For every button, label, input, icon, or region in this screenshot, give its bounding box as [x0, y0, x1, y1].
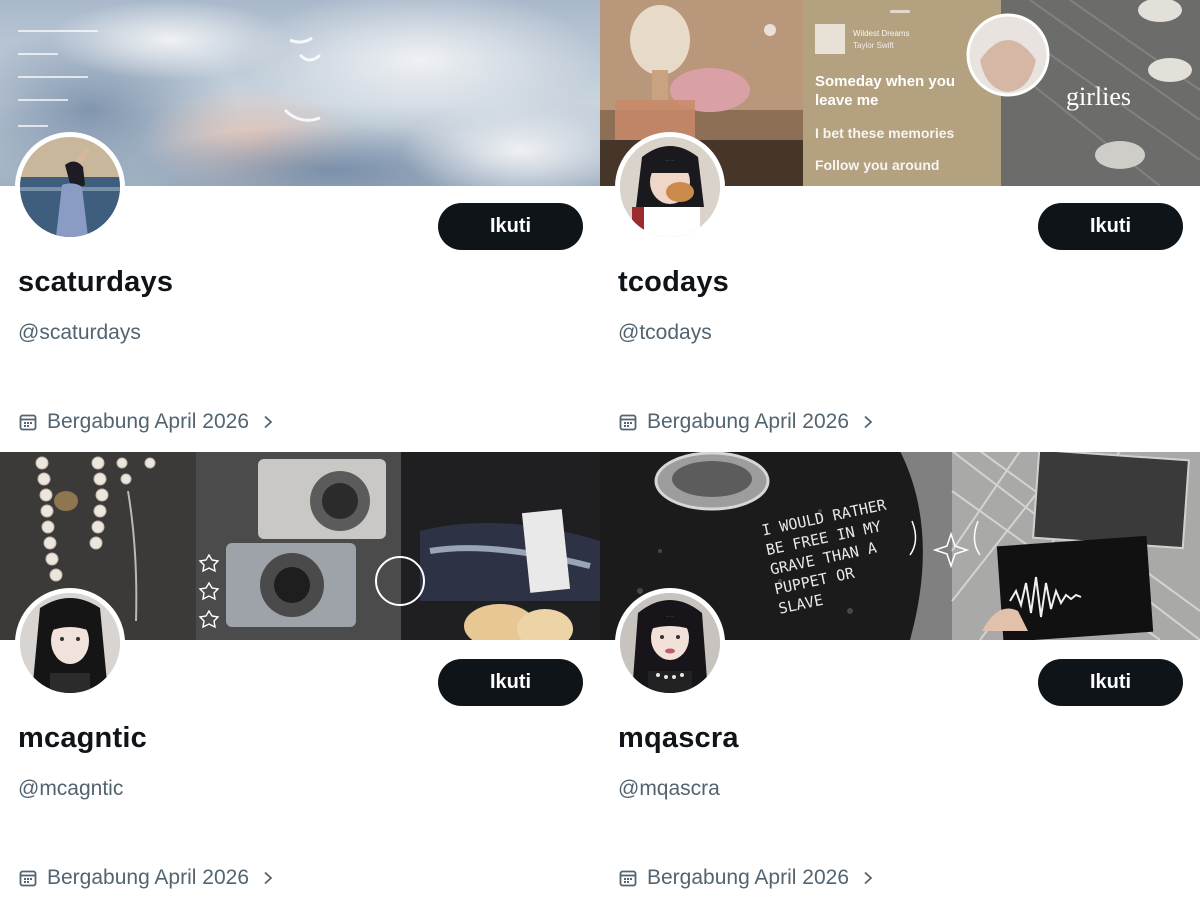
chevron-right-icon [864, 415, 873, 429]
banner-caption: girlies [1066, 82, 1131, 111]
profile-card[interactable]: Ikuti scaturdays @scaturdays Bergabung A… [0, 0, 600, 452]
calendar-icon [19, 414, 37, 431]
lyric-line: Follow you around [815, 157, 940, 173]
follow-button[interactable]: Ikuti [1038, 659, 1183, 706]
user-handle: @scaturdays [18, 321, 141, 344]
person-eating-bread-avatar [620, 137, 720, 237]
display-name[interactable]: scaturdays [18, 266, 173, 299]
calendar-icon [619, 870, 637, 887]
lyric-line: Someday when you [815, 73, 956, 90]
follow-button[interactable]: Ikuti [438, 659, 583, 706]
song-artist: Taylor Swift [853, 41, 894, 50]
user-handle: @tcodays [618, 321, 712, 344]
joined-date[interactable]: Bergabung April 2026 [618, 410, 875, 434]
user-handle: @mcagntic [18, 777, 124, 800]
display-name[interactable]: mqascra [618, 722, 739, 755]
woman-portrait-avatar [20, 593, 120, 693]
avatar[interactable] [615, 588, 725, 698]
person-by-sea-avatar [20, 137, 120, 237]
profile-card[interactable]: I WOULD RATHER BE FREE IN MY GRAVE THAN … [600, 452, 1200, 900]
follow-button[interactable]: Ikuti [438, 203, 583, 250]
woman-dark-hair-avatar [620, 593, 720, 693]
calendar-icon [19, 870, 37, 887]
display-name[interactable]: mcagntic [18, 722, 147, 755]
lyric-line: leave me [815, 92, 879, 109]
lyric-line: I bet these memories [815, 125, 955, 141]
joined-text: Bergabung April 2026 [47, 410, 249, 433]
profile-card[interactable]: Ikuti mcagntic @mcagntic Bergabung April… [0, 452, 600, 900]
chevron-right-icon [264, 415, 273, 429]
avatar[interactable] [15, 588, 125, 698]
chevron-right-icon [264, 871, 273, 885]
user-handle: @mqascra [618, 777, 720, 800]
avatar[interactable] [15, 132, 125, 242]
profile-card[interactable]: Wildest Dreams Taylor Swift Someday when… [600, 0, 1200, 452]
joined-text: Bergabung April 2026 [47, 866, 249, 889]
profile-grid: Ikuti scaturdays @scaturdays Bergabung A… [0, 0, 1200, 900]
joined-text: Bergabung April 2026 [647, 866, 849, 889]
follow-button[interactable]: Ikuti [1038, 203, 1183, 250]
joined-date[interactable]: Bergabung April 2026 [618, 866, 875, 890]
display-name[interactable]: tcodays [618, 266, 729, 299]
joined-date[interactable]: Bergabung April 2026 [18, 866, 275, 890]
avatar[interactable] [615, 132, 725, 242]
chevron-right-icon [864, 871, 873, 885]
joined-date[interactable]: Bergabung April 2026 [18, 410, 275, 434]
calendar-icon [619, 414, 637, 431]
joined-text: Bergabung April 2026 [647, 410, 849, 433]
song-title: Wildest Dreams [853, 29, 910, 38]
